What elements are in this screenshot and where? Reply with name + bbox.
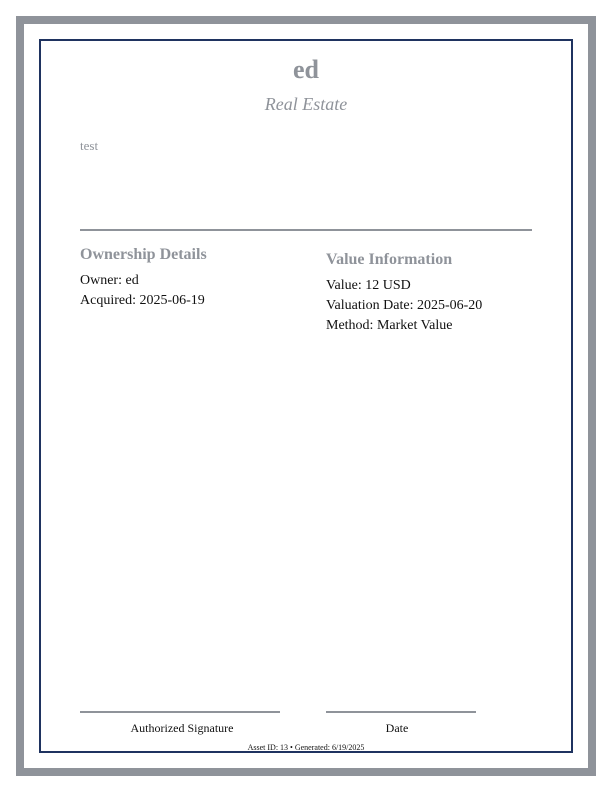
date-signature-label: Date <box>385 721 409 735</box>
value-heading: Value Information <box>326 251 453 268</box>
authorized-signature-line <box>80 711 280 713</box>
ownership-heading: Ownership Details <box>80 246 207 263</box>
footer-text: Asset ID: 13 • Generated: 6/19/2025 <box>247 743 365 752</box>
inner-frame <box>39 39 573 753</box>
value-line: Value: 12 USD <box>326 278 411 293</box>
document-description: test <box>80 138 99 153</box>
document-subtitle: Real Estate <box>264 94 348 114</box>
document-title: ed <box>293 55 319 84</box>
authorized-signature-label: Authorized Signature <box>130 721 234 735</box>
acquired-line: Acquired: 2025-06-19 <box>80 293 205 308</box>
valuation-date-line: Valuation Date: 2025-06-20 <box>326 298 483 313</box>
section-divider <box>80 229 532 231</box>
date-signature-line <box>326 711 476 713</box>
owner-line: Owner: ed <box>80 273 139 288</box>
method-line: Method: Market Value <box>326 318 453 333</box>
